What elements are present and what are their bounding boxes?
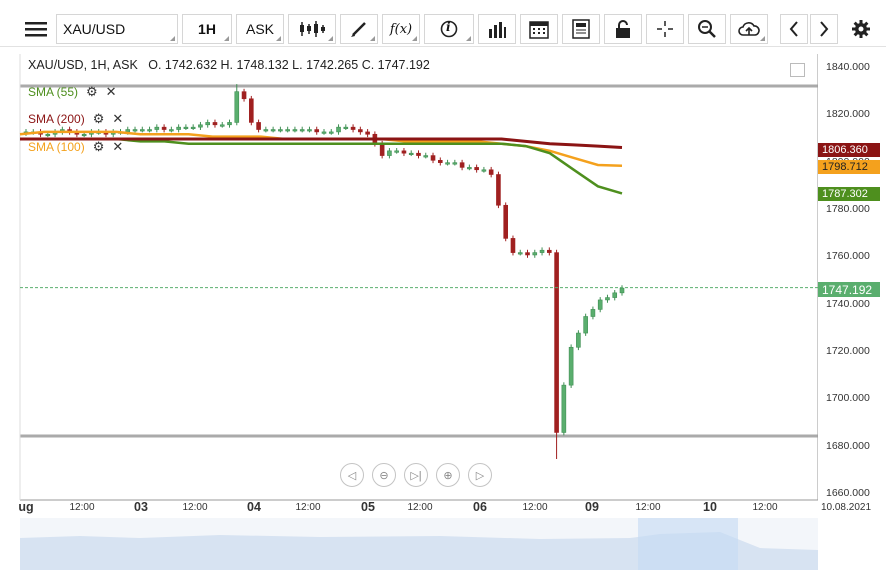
close-label: C. bbox=[361, 58, 375, 72]
time-tick-label: 12:00 bbox=[69, 502, 95, 513]
indicator-label: SMA (100) bbox=[28, 140, 85, 154]
price-axis[interactable]: 1840.0001820.0001800.0001780.0001760.000… bbox=[818, 54, 886, 500]
price-tick-label: 1700.000 bbox=[826, 392, 870, 405]
price-tick-label: 1660.000 bbox=[826, 487, 870, 499]
time-tick-label: 10.08.2021 bbox=[820, 502, 872, 513]
open-label: O. bbox=[148, 58, 162, 72]
zoom-in-button[interactable]: ⊕ bbox=[436, 463, 460, 487]
header-timeframe: 1H bbox=[90, 58, 107, 72]
time-tick-label: 04 bbox=[247, 500, 261, 514]
time-tick-label: ug bbox=[18, 500, 34, 514]
scroll-forward-button[interactable]: ▷ bbox=[468, 463, 492, 487]
close-icon[interactable]: ✕ bbox=[112, 111, 123, 127]
zoom-controls: ◁ ⊖ ▷| ⊕ ▷ bbox=[340, 463, 492, 487]
high-label: H. bbox=[220, 58, 234, 72]
navigator-area bbox=[20, 518, 818, 570]
sma55-price-tag: 1787.302 bbox=[818, 187, 880, 201]
price-tick-label: 1740.000 bbox=[826, 297, 870, 310]
sma100-price-tag: 1798.712 bbox=[818, 160, 880, 174]
header-price-type: ASK bbox=[112, 58, 138, 72]
indicator-label: SMA (200) bbox=[28, 112, 85, 126]
open-value: 1742.632 bbox=[164, 58, 218, 72]
price-tick-label: 1760.000 bbox=[826, 250, 870, 263]
close-icon[interactable]: ✕ bbox=[112, 139, 123, 155]
scroll-back-button[interactable]: ◁ bbox=[340, 463, 364, 487]
gear-icon[interactable]: ⚙ bbox=[93, 139, 105, 155]
price-tick-label: 1840.000 bbox=[826, 61, 870, 73]
close-value: 1747.192 bbox=[377, 58, 430, 72]
time-tick-label: 10 bbox=[703, 500, 717, 514]
time-axis[interactable]: ug 12:00 03 12:00 04 12:00 05 12:00 06 12:00 09 12:… bbox=[0, 500, 871, 518]
time-tick-label: 05 bbox=[361, 500, 375, 514]
navigator-overview[interactable] bbox=[20, 518, 818, 570]
indicator-label: SMA (55) bbox=[28, 85, 79, 99]
price-tick-label: 1720.000 bbox=[826, 345, 870, 357]
time-tick-label: 12:00 bbox=[752, 502, 778, 513]
time-tick-label: 12:00 bbox=[407, 502, 433, 513]
time-tick-label: 12:00 bbox=[635, 502, 661, 513]
gear-icon[interactable]: ⚙ bbox=[93, 111, 105, 127]
time-tick-label: 09 bbox=[585, 500, 599, 514]
price-tick-label: 1680.000 bbox=[826, 439, 870, 452]
indicator-sma100[interactable]: SMA (100) ⚙ ✕ bbox=[28, 139, 123, 155]
low-label: L. bbox=[292, 58, 303, 72]
indicator-sma55[interactable]: SMA (55) ⚙ ✕ bbox=[28, 84, 117, 100]
close-icon[interactable]: ✕ bbox=[106, 84, 117, 100]
time-tick-label: 03 bbox=[134, 500, 148, 514]
price-tick-label: 1820.000 bbox=[826, 108, 870, 121]
time-tick-label: 06 bbox=[473, 500, 487, 514]
time-tick-label: 12:00 bbox=[182, 502, 208, 513]
chart-area: XAU/USD, 1H, ASK O. 1742.632 H. 1748.132… bbox=[20, 54, 818, 496]
sma200-price-tag: 1806.360 bbox=[818, 143, 880, 157]
low-value: 1742.265 bbox=[306, 58, 359, 72]
reset-button[interactable]: ▷| bbox=[404, 463, 428, 487]
current-price-tag: 1747.192 bbox=[818, 282, 880, 297]
price-tick-label: 1780.000 bbox=[826, 203, 870, 215]
indicator-sma200[interactable]: SMA (200) ⚙ ✕ bbox=[28, 111, 123, 127]
header-symbol: XAU/USD bbox=[28, 58, 84, 72]
expand-icon[interactable] bbox=[790, 63, 805, 77]
time-tick-label: 12:00 bbox=[295, 502, 321, 513]
ohlc-header: XAU/USD, 1H, ASK O. 1742.632 H. 1748.132… bbox=[28, 58, 430, 72]
time-tick-label: 12:00 bbox=[522, 502, 548, 513]
zoom-out-button[interactable]: ⊖ bbox=[372, 463, 396, 487]
gear-icon[interactable]: ⚙ bbox=[86, 84, 98, 100]
high-value: 1748.132 bbox=[236, 58, 289, 72]
